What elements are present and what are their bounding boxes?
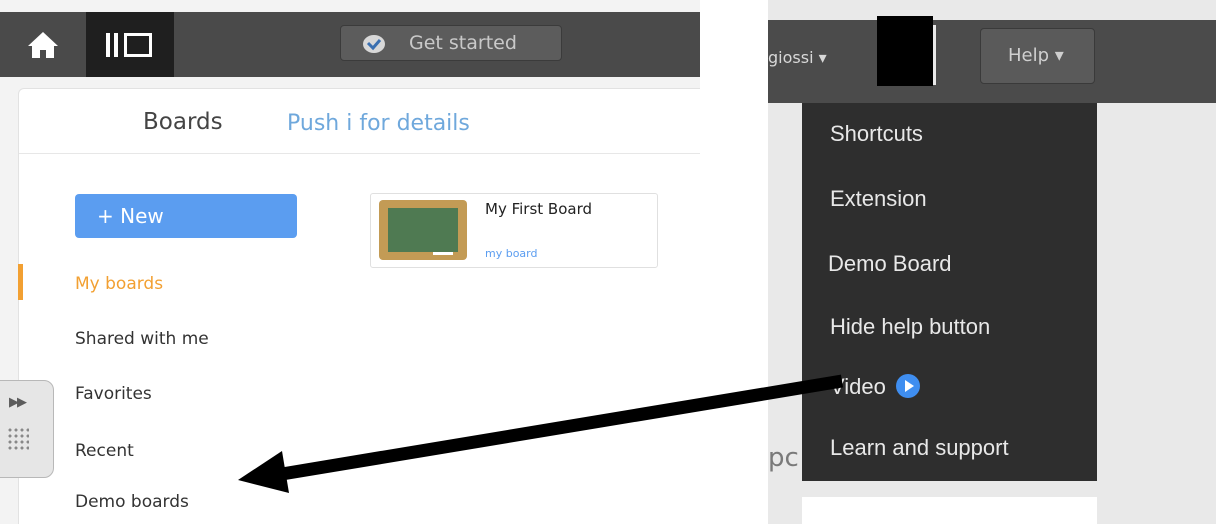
home-icon bbox=[28, 31, 58, 58]
nav-recent[interactable]: Recent bbox=[75, 441, 134, 461]
menu-item-video[interactable]: Video bbox=[830, 374, 920, 400]
board-card-my-first-board[interactable]: My First Board my board bbox=[370, 193, 658, 268]
board-description: my board bbox=[485, 247, 538, 260]
divider bbox=[19, 153, 700, 154]
boards-hint: Push i for details bbox=[287, 111, 470, 136]
boards-card: Boards Push i for details + New My board… bbox=[18, 88, 700, 524]
active-nav-indicator bbox=[18, 264, 23, 300]
menu-item-extension[interactable]: Extension bbox=[830, 186, 927, 212]
keypad-grid-icon bbox=[7, 427, 29, 451]
nav-favorites[interactable]: Favorites bbox=[75, 384, 152, 404]
background-text-fragment: pc bbox=[768, 443, 799, 473]
top-toolbar: Get started bbox=[0, 12, 700, 77]
top-toolbar-right: giossi ▾ Help ▾ bbox=[768, 16, 1216, 103]
nav-demo-boards[interactable]: Demo boards bbox=[75, 492, 189, 512]
checkmark-icon bbox=[363, 35, 385, 53]
boards-title: Boards bbox=[143, 109, 223, 135]
help-button[interactable]: Help ▾ bbox=[980, 28, 1095, 84]
menu-item-hide-help-button[interactable]: Hide help button bbox=[830, 314, 990, 340]
nav-my-boards[interactable]: My boards bbox=[75, 274, 163, 294]
menu-item-demo-board[interactable]: Demo Board bbox=[828, 251, 952, 277]
redacted-box-edge bbox=[933, 25, 936, 85]
board-name: My First Board bbox=[485, 200, 593, 218]
menu-item-learn-and-support[interactable]: Learn and support bbox=[830, 435, 1009, 461]
new-board-button[interactable]: + New bbox=[75, 194, 297, 238]
boards-logo-icon bbox=[106, 32, 152, 57]
help-dropdown-menu: Shortcuts Extension Demo Board Hide help… bbox=[802, 103, 1097, 481]
user-menu[interactable]: giossi ▾ bbox=[768, 48, 827, 67]
nav-shared-with-me[interactable]: Shared with me bbox=[75, 329, 209, 349]
play-circle-icon bbox=[895, 374, 920, 399]
get-started-button[interactable]: Get started bbox=[340, 25, 562, 61]
board-thumbnail bbox=[379, 200, 467, 260]
home-button[interactable] bbox=[0, 12, 86, 77]
expand-arrows-icon: ▶▶ bbox=[9, 395, 27, 410]
help-menu-panel: giossi ▾ Help ▾ pc Shortcuts Extension D… bbox=[768, 0, 1216, 524]
boards-logo-button[interactable] bbox=[86, 12, 174, 77]
get-started-label: Get started bbox=[409, 32, 517, 54]
side-panel-toggle[interactable]: ▶▶ bbox=[0, 380, 54, 478]
boards-app-panel: Get started Boards Push i for details + … bbox=[0, 0, 700, 524]
menu-item-shortcuts[interactable]: Shortcuts bbox=[830, 121, 923, 147]
redacted-box bbox=[877, 16, 933, 86]
menu-item-video-label: Video bbox=[830, 374, 886, 399]
bottom-strip bbox=[802, 497, 1097, 524]
